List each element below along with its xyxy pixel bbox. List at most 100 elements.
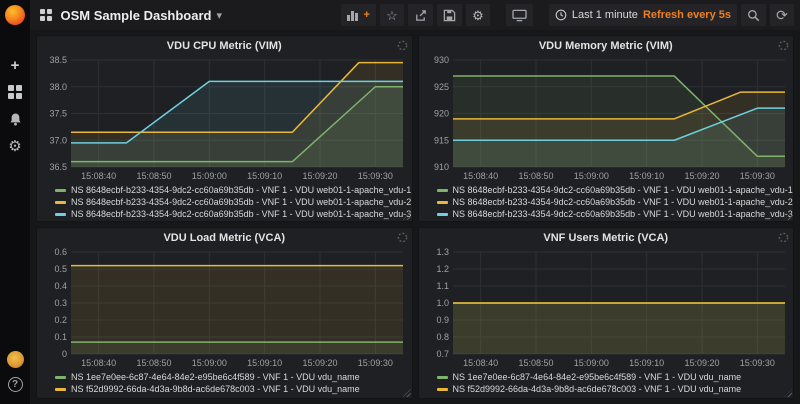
svg-text:15:09:00: 15:09:00 <box>192 358 227 368</box>
svg-text:37.0: 37.0 <box>49 135 67 145</box>
svg-text:0.7: 0.7 <box>436 349 449 359</box>
panel-loading-spinner-icon <box>778 232 789 243</box>
panel-legend: NS 1ee7e0ee-6c87-4e64-84e2-e95be6c4f589 … <box>423 370 790 395</box>
svg-text:38.5: 38.5 <box>49 55 67 65</box>
share-icon <box>414 9 427 22</box>
legend-series-swatch <box>437 189 448 192</box>
grafana-logo[interactable] <box>0 0 30 30</box>
dashboard-settings-button[interactable]: ⚙ <box>466 4 490 26</box>
legend-item[interactable]: NS 8648ecbf-b233-4354-9dc2-cc60a69b35db … <box>55 196 408 208</box>
svg-text:15:08:40: 15:08:40 <box>81 358 116 368</box>
svg-text:1.0: 1.0 <box>436 298 449 308</box>
chevron-down-icon[interactable]: ▾ <box>216 9 222 22</box>
user-avatar[interactable] <box>7 351 24 368</box>
legend-item[interactable]: NS f52d9992-66da-4d3a-9b8d-ac6de678c003 … <box>437 383 790 395</box>
time-picker-button[interactable]: Last 1 minute Refresh every 5s <box>549 4 737 26</box>
legend-item[interactable]: NS 8648ecbf-b233-4354-9dc2-cc60a69b35db … <box>437 196 790 208</box>
star-icon: ☆ <box>386 9 398 22</box>
svg-text:1.2: 1.2 <box>436 264 449 274</box>
svg-text:15:08:50: 15:08:50 <box>518 171 553 181</box>
svg-text:15:08:50: 15:08:50 <box>136 171 171 181</box>
svg-text:15:09:30: 15:09:30 <box>739 171 774 181</box>
legend-series-swatch <box>437 376 448 379</box>
legend-series-swatch <box>55 201 66 204</box>
panel-title: VNF Users Metric (VCA) <box>543 232 668 244</box>
zoom-out-button[interactable] <box>741 4 766 26</box>
legend-item[interactable]: NS 8648ecbf-b233-4354-9dc2-cc60a69b35db … <box>55 208 408 220</box>
bell-icon <box>8 112 23 127</box>
time-range-label: Last 1 minute <box>572 9 638 21</box>
legend-series-swatch <box>437 213 448 216</box>
add-panel-button[interactable]: + <box>341 4 375 26</box>
legend-series-label: NS 1ee7e0ee-6c87-4e64-84e2-e95be6c4f589 … <box>453 372 742 382</box>
panel-vdu-load-metric: VDU Load Metric (VCA) 00.10.20.30.40.50.… <box>36 227 413 399</box>
legend-item[interactable]: NS 1ee7e0ee-6c87-4e64-84e2-e95be6c4f589 … <box>55 371 408 383</box>
svg-text:36.5: 36.5 <box>49 162 67 172</box>
svg-text:1.1: 1.1 <box>436 281 449 291</box>
clock-icon <box>555 9 567 21</box>
svg-text:15:09:20: 15:09:20 <box>684 171 719 181</box>
legend-item[interactable]: NS f52d9992-66da-4d3a-9b8d-ac6de678c003 … <box>55 383 408 395</box>
panel-loading-spinner-icon <box>778 40 789 51</box>
svg-text:0.1: 0.1 <box>54 332 67 342</box>
legend-series-label: NS f52d9992-66da-4d3a-9b8d-ac6de678c003 … <box>71 384 360 394</box>
share-dashboard-button[interactable] <box>408 4 433 26</box>
panel-legend: NS 8648ecbf-b233-4354-9dc2-cc60a69b35db … <box>41 183 408 220</box>
svg-text:0.5: 0.5 <box>54 264 67 274</box>
create-button[interactable]: + <box>4 56 26 74</box>
panel-header[interactable]: VDU Memory Metric (VIM) <box>423 38 790 54</box>
panel-loading-spinner-icon <box>397 40 408 51</box>
legend-series-swatch <box>55 376 66 379</box>
chart-canvas[interactable]: 0.70.80.91.01.11.21.315:08:4015:08:5015:… <box>423 246 791 370</box>
star-dashboard-button[interactable]: ☆ <box>380 4 404 26</box>
legend-item[interactable]: NS 8648ecbf-b233-4354-9dc2-cc60a69b35db … <box>55 184 408 196</box>
legend-series-label: NS 8648ecbf-b233-4354-9dc2-cc60a69b35db … <box>453 209 793 219</box>
sidebar-item-configuration[interactable]: ⚙ <box>4 137 26 155</box>
svg-text:15:09:10: 15:09:10 <box>247 358 282 368</box>
svg-text:15:09:30: 15:09:30 <box>358 358 393 368</box>
chart-canvas[interactable]: 36.537.037.538.038.515:08:4015:08:5015:0… <box>41 54 409 183</box>
chart-canvas[interactable]: 91091592092593015:08:4015:08:5015:09:001… <box>423 54 791 183</box>
legend-series-swatch <box>55 388 66 391</box>
panel-header[interactable]: VNF Users Metric (VCA) <box>423 230 790 246</box>
dashboard-picker-icon[interactable] <box>40 9 52 21</box>
cycle-view-button[interactable] <box>506 4 533 26</box>
svg-text:930: 930 <box>433 55 448 65</box>
sidebar-item-alerting[interactable] <box>4 110 26 128</box>
svg-text:915: 915 <box>433 135 448 145</box>
panel-loading-spinner-icon <box>397 232 408 243</box>
svg-text:1.3: 1.3 <box>436 247 449 257</box>
legend-series-label: NS 8648ecbf-b233-4354-9dc2-cc60a69b35db … <box>71 185 411 195</box>
legend-item[interactable]: NS 8648ecbf-b233-4354-9dc2-cc60a69b35db … <box>437 208 790 220</box>
sidebar-item-dashboards[interactable] <box>4 83 26 101</box>
navbar: OSM Sample Dashboard ▾ + ☆ <box>30 0 800 30</box>
panel-header[interactable]: VDU Load Metric (VCA) <box>41 230 408 246</box>
svg-text:910: 910 <box>433 162 448 172</box>
help-icon[interactable]: ? <box>8 377 23 392</box>
gear-icon: ⚙ <box>472 9 484 22</box>
legend-item[interactable]: NS 8648ecbf-b233-4354-9dc2-cc60a69b35db … <box>437 184 790 196</box>
save-dashboard-button[interactable] <box>437 4 462 26</box>
legend-series-label: NS 8648ecbf-b233-4354-9dc2-cc60a69b35db … <box>453 185 793 195</box>
refresh-button[interactable]: ⟳ <box>770 4 794 26</box>
legend-series-label: NS 1ee7e0ee-6c87-4e64-84e2-e95be6c4f589 … <box>71 372 360 382</box>
side-menu: + ⚙ ? <box>0 0 30 404</box>
legend-series-label: NS 8648ecbf-b233-4354-9dc2-cc60a69b35db … <box>453 197 793 207</box>
refresh-icon: ⟳ <box>776 8 788 22</box>
svg-text:0.4: 0.4 <box>54 281 67 291</box>
svg-text:15:08:40: 15:08:40 <box>463 358 498 368</box>
dashboard-title[interactable]: OSM Sample Dashboard <box>61 8 212 23</box>
chart-canvas[interactable]: 00.10.20.30.40.50.615:08:4015:08:5015:09… <box>41 246 409 370</box>
svg-text:0.3: 0.3 <box>54 298 67 308</box>
legend-series-swatch <box>55 213 66 216</box>
svg-text:15:09:20: 15:09:20 <box>684 358 719 368</box>
svg-text:15:09:00: 15:09:00 <box>192 171 227 181</box>
panel-title: VDU Load Metric (VCA) <box>163 232 285 244</box>
legend-item[interactable]: NS 1ee7e0ee-6c87-4e64-84e2-e95be6c4f589 … <box>437 371 790 383</box>
panel-legend: NS 1ee7e0ee-6c87-4e64-84e2-e95be6c4f589 … <box>41 370 408 395</box>
save-icon <box>443 9 456 22</box>
svg-text:15:09:00: 15:09:00 <box>573 358 608 368</box>
legend-series-swatch <box>55 189 66 192</box>
panel-header[interactable]: VDU CPU Metric (VIM) <box>41 38 408 54</box>
svg-text:15:09:30: 15:09:30 <box>358 171 393 181</box>
